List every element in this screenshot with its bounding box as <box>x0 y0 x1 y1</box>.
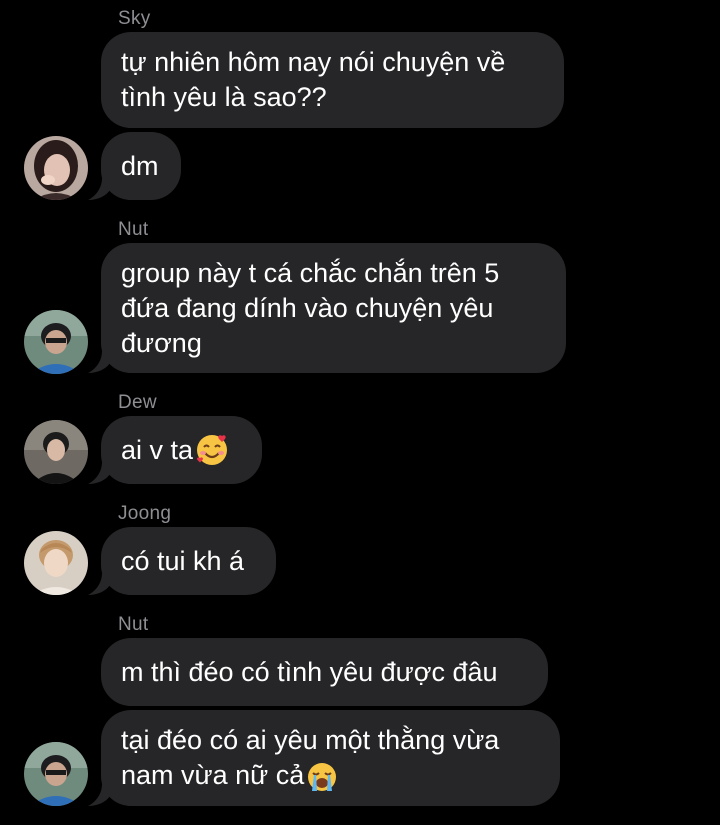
message-bubble[interactable]: m thì đéo có tình yêu được đâu <box>101 638 548 706</box>
message-bubble[interactable]: tại đéo có ai yêu một thằng vừa nam vừa … <box>101 710 560 806</box>
avatar-nut[interactable] <box>24 742 88 806</box>
message-text: group này t cá chắc chắn trên 5 đứa đang… <box>121 257 500 358</box>
sender-name-joong: Joong <box>118 503 172 524</box>
sender-name-sky: Sky <box>118 8 151 29</box>
message-bubble[interactable]: tự nhiên hôm nay nói chuyện về tình yêu … <box>101 32 564 128</box>
avatar-image <box>24 136 88 200</box>
avatar-nut[interactable] <box>24 310 88 374</box>
message-text: dm <box>121 150 159 181</box>
message-text: m thì đéo có tình yêu được đâu <box>121 656 498 687</box>
sender-name-nut: Nut <box>118 219 149 240</box>
smiling-face-with-hearts-icon <box>197 435 228 465</box>
sender-name-dew: Dew <box>118 392 157 413</box>
avatar-sky[interactable] <box>24 136 88 200</box>
sender-name-nut: Nut <box>118 614 149 635</box>
message-bubble[interactable]: group này t cá chắc chắn trên 5 đứa đang… <box>101 243 566 373</box>
avatar-joong[interactable] <box>24 531 88 595</box>
bubble-tail <box>88 784 110 806</box>
avatar-image <box>24 531 88 595</box>
loudly-crying-face-icon <box>308 762 337 791</box>
avatar-image <box>24 742 88 806</box>
message-bubble[interactable]: ai v ta <box>101 416 262 484</box>
message-text: tại đéo có ai yêu một thằng vừa nam vừa … <box>121 723 499 793</box>
avatar-image <box>24 420 88 484</box>
avatar-dew[interactable] <box>24 420 88 484</box>
bubble-tail <box>88 462 110 484</box>
bubble-tail <box>88 573 110 595</box>
message-bubble[interactable]: dm <box>101 132 181 200</box>
message-bubble[interactable]: có tui kh á <box>101 527 276 595</box>
message-text: có tui kh á <box>121 545 245 576</box>
message-text: ai v ta <box>121 434 194 465</box>
bubble-tail <box>88 351 110 373</box>
bubble-tail <box>88 178 110 200</box>
message-text: tự nhiên hôm nay nói chuyện về tình yêu … <box>121 47 506 112</box>
avatar-image <box>24 310 88 374</box>
